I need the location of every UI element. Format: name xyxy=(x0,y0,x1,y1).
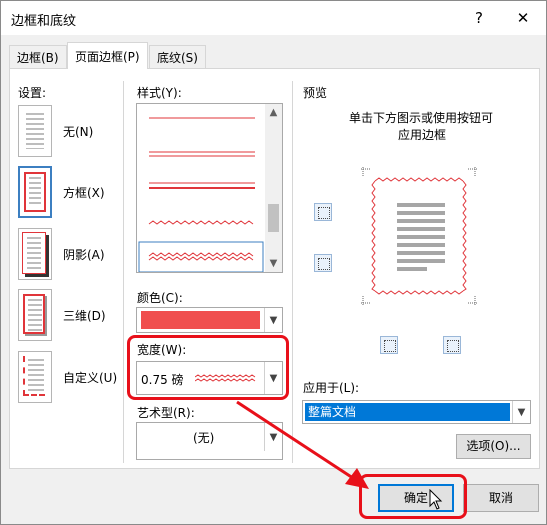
setting-shadow[interactable]: 阴影(A) xyxy=(18,228,128,284)
preview-page[interactable] xyxy=(361,167,477,305)
art-label: 艺术型(R): xyxy=(137,406,195,420)
border-right-toggle-icon[interactable] xyxy=(443,336,461,354)
scroll-thumb[interactable] xyxy=(268,204,279,232)
setting-shadow-thumb xyxy=(18,228,52,280)
border-left-toggle-icon[interactable] xyxy=(380,336,398,354)
setting-custom[interactable]: 自定义(U) xyxy=(18,351,128,407)
border-top-toggle-icon[interactable] xyxy=(314,203,332,221)
setting-box[interactable]: 方框(X) xyxy=(18,166,128,222)
dialog-title: 边框和底纹 xyxy=(11,14,77,29)
style-option-thick-thin[interactable] xyxy=(149,182,255,189)
style-label: 样式(Y): xyxy=(137,86,182,100)
settings-label: 设置: xyxy=(18,86,47,100)
color-dropdown[interactable]: ▼ xyxy=(136,307,283,333)
setting-box-thumb xyxy=(18,166,52,218)
style-scrollbar[interactable]: ▲ ▼ xyxy=(265,104,282,272)
setting-3d[interactable]: 三维(D) xyxy=(18,289,128,345)
style-listbox[interactable]: ▲ ▼ xyxy=(136,103,283,273)
close-button[interactable]: ✕ xyxy=(503,5,543,31)
art-value: (无) xyxy=(193,431,215,445)
preview-label: 预览 xyxy=(303,86,328,100)
setting-shadow-label: 阴影(A) xyxy=(63,248,105,262)
setting-box-label: 方框(X) xyxy=(63,186,105,200)
chevron-down-icon[interactable]: ▼ xyxy=(264,308,282,332)
tab-page-border[interactable]: 页面边框(P) xyxy=(67,42,148,70)
borders-shading-dialog: 边框和底纹 ? ✕ 边框(B) 页面边框(P) 底纹(S) 设置: 无(N) 方… xyxy=(0,0,547,525)
apply-to-label: 应用于(L): xyxy=(303,381,360,395)
preview-hint-line2: 应用边框 xyxy=(398,128,447,142)
scroll-up-icon[interactable]: ▲ xyxy=(265,104,282,121)
style-samples xyxy=(138,117,264,272)
tab-shading[interactable]: 底纹(S) xyxy=(149,45,206,69)
arrow-annotation xyxy=(236,400,369,489)
scroll-down-icon[interactable]: ▼ xyxy=(265,255,282,272)
setting-none-label: 无(N) xyxy=(63,125,94,139)
cancel-button[interactable]: 取消 xyxy=(463,484,539,512)
options-button[interactable]: 选项(O)... xyxy=(456,434,531,459)
separator-left xyxy=(123,81,124,463)
color-label: 颜色(C): xyxy=(137,291,183,305)
title-bar: 边框和底纹 ? ✕ xyxy=(1,1,546,35)
color-swatch xyxy=(141,311,260,329)
style-option-double-wave[interactable] xyxy=(138,241,264,272)
preview-hint-line1: 单击下方图示或使用按钮可 xyxy=(349,111,494,125)
setting-custom-label: 自定义(U) xyxy=(63,371,118,385)
help-button[interactable]: ? xyxy=(459,5,499,31)
style-option-double[interactable] xyxy=(149,151,255,157)
setting-3d-label: 三维(D) xyxy=(63,309,106,323)
setting-none-thumb xyxy=(18,105,52,157)
setting-custom-thumb xyxy=(18,351,52,403)
mouse-cursor-icon xyxy=(429,489,443,510)
style-option-wave[interactable] xyxy=(148,220,254,225)
setting-none[interactable]: 无(N) xyxy=(18,105,128,161)
chevron-down-icon[interactable]: ▼ xyxy=(512,401,530,423)
setting-3d-thumb xyxy=(18,289,52,341)
tab-borders[interactable]: 边框(B) xyxy=(9,45,67,69)
width-highlight-annotation xyxy=(127,335,289,400)
border-bottom-toggle-icon[interactable] xyxy=(314,254,332,272)
